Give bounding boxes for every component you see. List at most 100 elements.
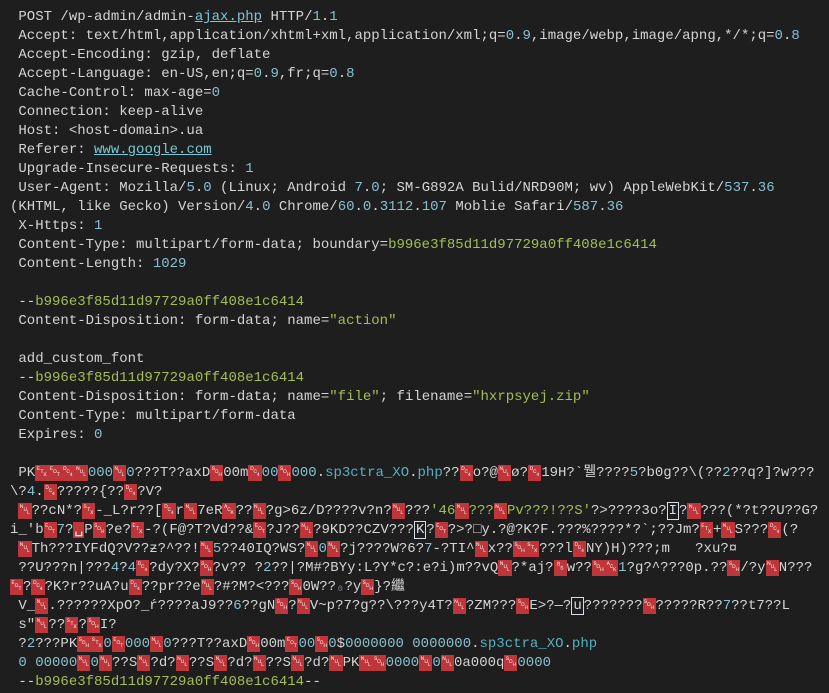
token: -_L?r??[: [95, 503, 162, 519]
token: ␀: [75, 465, 88, 481]
token: P: [84, 522, 92, 538]
token: 000: [291, 465, 316, 481]
token: 36: [758, 180, 775, 196]
token: 2: [27, 636, 35, 652]
token: ??S: [112, 655, 137, 671]
token: ␀: [150, 636, 163, 652]
token: I: [667, 502, 679, 520]
token: Content-Length:: [10, 256, 153, 272]
token: ; filename=: [380, 389, 472, 405]
token: ␀: [200, 541, 213, 557]
token: ???PK: [35, 636, 77, 652]
token: ???T??axD: [172, 636, 248, 652]
token: 1: [312, 9, 320, 25]
token: ␀: [475, 541, 488, 557]
token: .: [338, 66, 346, 82]
token: ?J??: [266, 522, 300, 538]
token: o?@: [473, 465, 498, 481]
token: 000: [88, 465, 113, 481]
token: ␂: [90, 636, 103, 652]
token: V~p?7?g??\???y4T?: [310, 598, 453, 614]
token: ??S: [189, 655, 214, 671]
token: ␀: [359, 655, 372, 671]
token: ?K?r??uA?u: [45, 579, 129, 595]
token: 4: [27, 484, 35, 500]
token: ??S: [266, 655, 291, 671]
token: ␀: [253, 503, 266, 519]
token: ?V?: [137, 484, 162, 500]
token: ␄: [10, 579, 23, 595]
token: ␀: [253, 655, 266, 671]
token: ␀: [35, 598, 48, 614]
token: ?e?: [106, 522, 131, 538]
token: 3112: [380, 199, 414, 215]
token: 19H?`뭴????: [541, 465, 630, 481]
token: 9: [270, 66, 278, 82]
token: ?>?□y.?@?K?F.???%????*?`;??Jm?: [448, 522, 700, 538]
token: ␂: [526, 541, 539, 557]
token: --: [304, 674, 321, 690]
token: V_: [10, 598, 35, 614]
token: .: [35, 484, 43, 500]
token: 0: [212, 85, 220, 101]
token: Accept-Language: en-US,en;q=: [10, 66, 254, 82]
token: ␁: [643, 598, 656, 614]
token: ␀: [35, 617, 48, 633]
token: ␀: [113, 465, 126, 481]
token: ␄: [253, 522, 266, 538]
token: ?dy?X?: [149, 560, 199, 576]
token: ??cN*?: [32, 503, 82, 519]
token: ␔: [124, 484, 137, 500]
token: ??: [236, 503, 253, 519]
token: ?d?: [227, 655, 252, 671]
token: 0000000: [345, 636, 404, 652]
token: User-Agent: Mozilla/: [10, 180, 186, 196]
token: Pv???!??S': [507, 503, 591, 519]
token: 4: [128, 560, 136, 576]
token: ??U???n|???: [10, 560, 111, 576]
token: ␄: [44, 522, 57, 538]
token: x??: [488, 541, 513, 557]
token: ␔: [44, 484, 57, 500]
token: ␆: [222, 503, 235, 519]
token: Upgrade-Insecure-Requests:: [10, 161, 245, 177]
token: ␀: [455, 503, 468, 519]
token: ??40IQ?WS?: [221, 541, 305, 557]
token: 1: [94, 218, 102, 234]
token: Host: <host-domain>.ua: [10, 123, 203, 139]
token: ␀: [327, 541, 340, 557]
http-request-capture: POST /wp-admin/admin-ajax.php HTTP/1.1 A…: [0, 0, 829, 693]
token: 0: [126, 465, 134, 481]
token: b996e3f85d11d97729a0ff408e1c6414: [388, 237, 657, 253]
token: ?y: [344, 579, 361, 595]
token: r: [176, 503, 184, 519]
token: ?9KD??CZV???: [313, 522, 414, 538]
token: 00m: [260, 636, 285, 652]
token: ␄: [435, 522, 448, 538]
token: ␔: [460, 465, 473, 481]
token: ␀: [419, 655, 432, 671]
token: .: [371, 199, 379, 215]
token: ␀: [201, 579, 214, 595]
token: 0000: [517, 655, 551, 671]
token: ␀: [305, 541, 318, 557]
token: Accept: text/html,application/xhtml+xml,…: [10, 28, 506, 44]
token: 0: [254, 66, 262, 82]
token: 5: [213, 541, 221, 557]
token: ␈: [554, 560, 567, 576]
token: ␁: [247, 636, 260, 652]
token: Content-Disposition: form-data; name=: [10, 389, 329, 405]
token: ␁: [275, 598, 288, 614]
token: HTTP/: [262, 9, 312, 25]
token: 0: [103, 636, 111, 652]
token: ␄: [112, 636, 125, 652]
token: Content-Type: multipart/form-data: [10, 408, 296, 424]
token: 00: [298, 636, 315, 652]
token: 7eR: [197, 503, 222, 519]
token: ?j????W?6?: [340, 541, 424, 557]
token: PK: [10, 465, 35, 481]
token: "action": [329, 313, 396, 329]
token: php: [572, 636, 597, 652]
token: I?: [100, 617, 117, 633]
token: /?y: [740, 560, 765, 576]
